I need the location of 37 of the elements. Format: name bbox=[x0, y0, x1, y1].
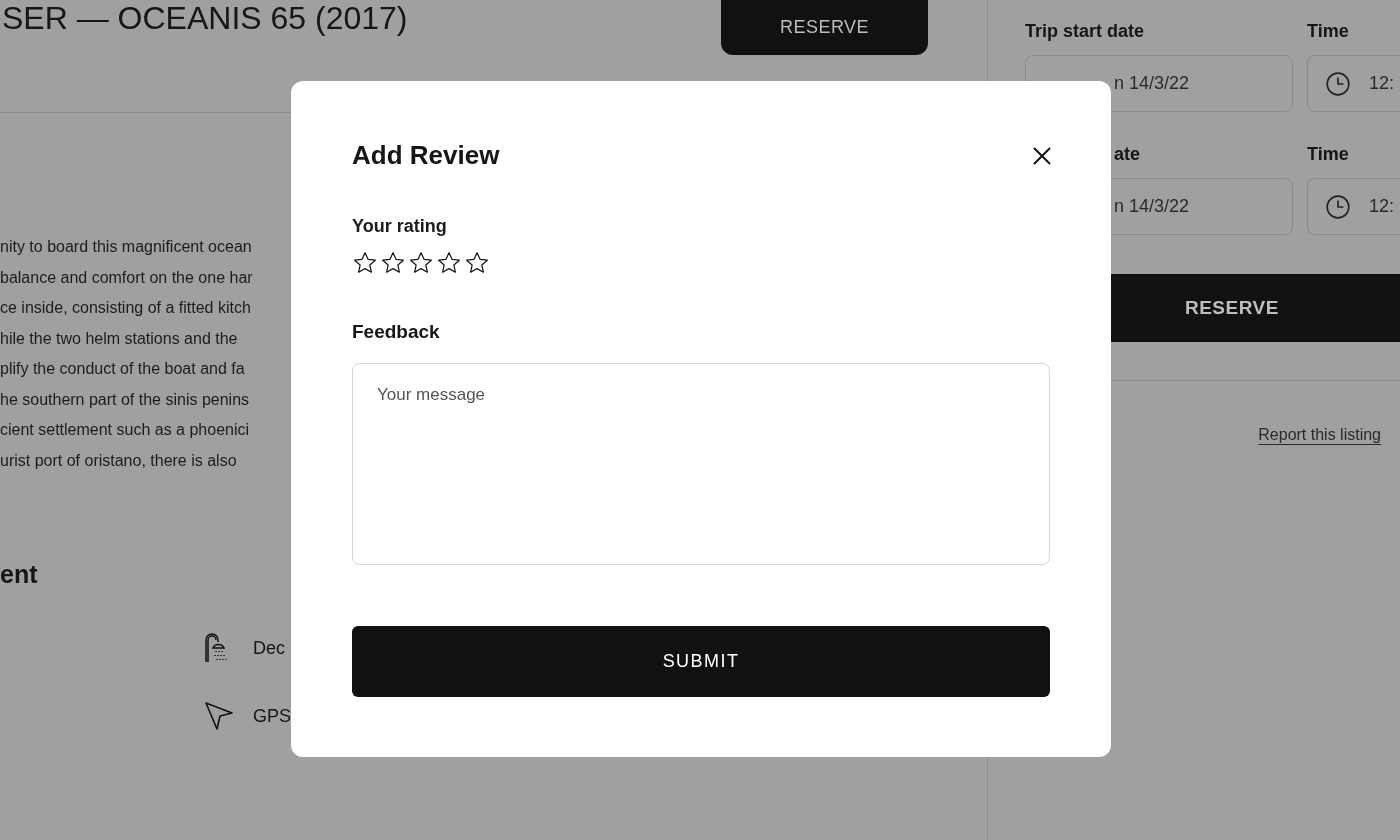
description-line: he southern part of the sinis penins bbox=[0, 389, 251, 410]
listing-title: SER — OCEANIS 65 (2017) bbox=[1, 0, 409, 36]
description-line: nity to board this magnificent ocean bbox=[0, 237, 253, 257]
close-icon[interactable] bbox=[1031, 144, 1053, 167]
submit-button[interactable]: SUBMIT bbox=[352, 625, 1050, 697]
report-link[interactable]: Report this listing bbox=[1258, 423, 1381, 447]
equipment-label: Dec bbox=[253, 636, 285, 660]
star-icon[interactable] bbox=[352, 250, 378, 276]
star-icon[interactable] bbox=[436, 250, 462, 276]
description-line: cient settlement such as a phoenici bbox=[0, 420, 251, 440]
time-value: 12: bbox=[1369, 195, 1395, 218]
feedback-label: Feedback bbox=[352, 320, 440, 344]
equipment-label: GPS bbox=[253, 704, 291, 728]
field-label: ate bbox=[1114, 143, 1140, 165]
star-rating[interactable] bbox=[352, 250, 490, 276]
field-label: Time bbox=[1307, 20, 1350, 42]
section-heading: ent bbox=[0, 559, 38, 589]
clock-icon bbox=[1325, 70, 1351, 97]
description-line: hile the two helm stations and the bbox=[0, 328, 239, 349]
clock-icon bbox=[1325, 193, 1351, 220]
field-label: Trip start date bbox=[1025, 20, 1146, 42]
navigation-arrow-icon bbox=[203, 700, 235, 732]
rating-label: Your rating bbox=[352, 215, 447, 238]
description-line: ce inside, consisting of a fitted kitch bbox=[0, 298, 252, 318]
star-icon[interactable] bbox=[464, 250, 490, 276]
time-value: 12: bbox=[1369, 72, 1395, 95]
description-line: plify the conduct of the boat and fa bbox=[0, 359, 246, 379]
feedback-field[interactable]: Your message bbox=[352, 362, 1050, 565]
description-line: urist port of oristano, there is also bbox=[0, 450, 238, 471]
time-field[interactable]: 12: bbox=[1307, 55, 1400, 112]
field-label: Time bbox=[1307, 143, 1350, 165]
dialog-title: Add Review bbox=[352, 139, 500, 172]
star-icon[interactable] bbox=[408, 250, 434, 276]
reserve-button[interactable]: RESERVE bbox=[721, 0, 928, 55]
description-line: balance and comfort on the one har bbox=[0, 267, 254, 288]
time-field[interactable]: 12: bbox=[1307, 178, 1400, 235]
star-icon[interactable] bbox=[380, 250, 406, 276]
